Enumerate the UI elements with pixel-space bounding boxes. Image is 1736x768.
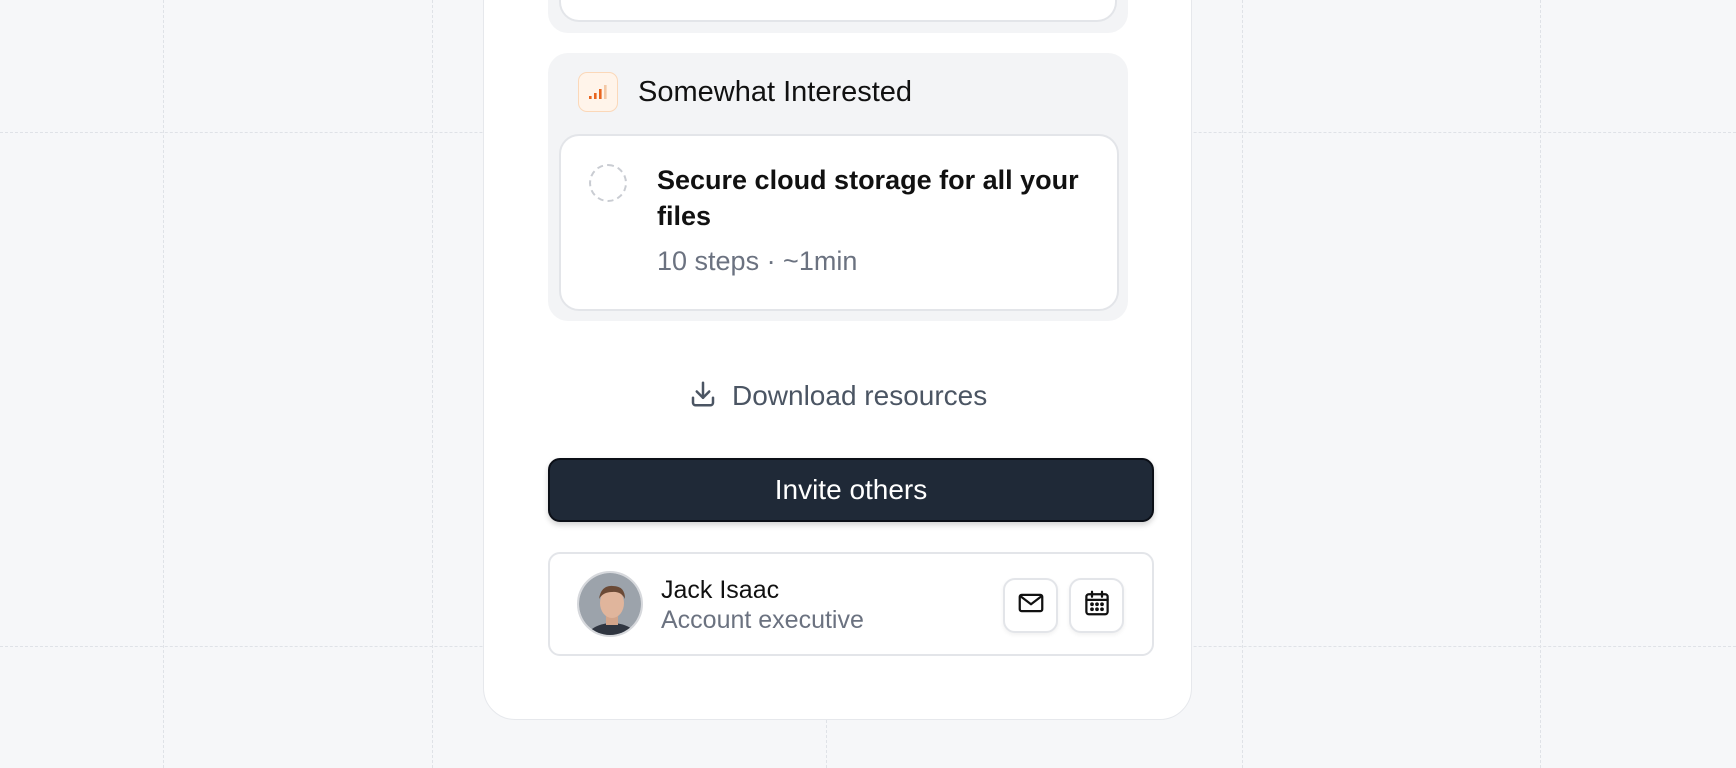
signal-bars-icon: [578, 72, 618, 112]
email-contact-button[interactable]: [1003, 578, 1058, 633]
task-group-somewhat-interested: Somewhat Interested Secure cloud storage…: [548, 53, 1128, 321]
schedule-meeting-button[interactable]: [1069, 578, 1124, 633]
download-resources-link[interactable]: Download resources: [688, 374, 987, 418]
grid-line: [1540, 0, 1541, 768]
mail-icon: [1016, 588, 1046, 623]
download-resources-label: Download resources: [732, 380, 988, 411]
contact-card: Jack Isaac Account executive: [548, 552, 1154, 656]
grid-line: [1242, 0, 1243, 768]
contact-role: Account executive: [661, 606, 864, 634]
contact-name: Jack Isaac: [661, 576, 780, 604]
task-card[interactable]: Secure cloud storage for all your files …: [559, 134, 1119, 311]
pending-circle-icon[interactable]: [589, 164, 627, 202]
invite-others-button[interactable]: Invite others: [548, 458, 1154, 522]
grid-line: [432, 0, 433, 768]
avatar: [577, 571, 643, 637]
download-icon: [688, 379, 718, 414]
calendar-icon: [1082, 588, 1112, 623]
group-header: Somewhat Interested: [578, 72, 912, 112]
previous-task-group: [548, 0, 1128, 33]
group-title: Somewhat Interested: [638, 75, 913, 108]
previous-task-card[interactable]: [559, 0, 1117, 22]
grid-line: [163, 0, 164, 768]
task-title: Secure cloud storage for all your files: [657, 165, 1079, 231]
task-meta: 10 steps · ~1min: [657, 246, 858, 276]
